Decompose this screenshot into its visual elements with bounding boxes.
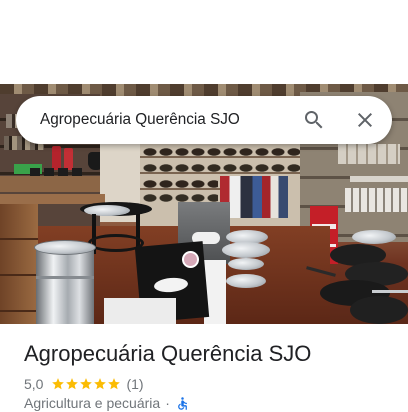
search-bar[interactable]: Agropecuária Querência SJO — [16, 96, 392, 144]
photo-hat-row — [142, 192, 218, 202]
photo-thermos — [52, 146, 61, 170]
wheelchair-icon — [175, 396, 190, 411]
star-icon — [80, 378, 93, 390]
photo-steel-pan — [228, 258, 264, 270]
place-name: Agropecuária Querência SJO — [24, 341, 312, 366]
photo-box-sticker — [182, 251, 199, 268]
photo-boots — [345, 188, 408, 212]
search-query[interactable]: Agropecuária Querência SJO — [40, 111, 296, 129]
rating-row[interactable]: 5,0 (1) — [24, 375, 144, 393]
category-row: Agricultura e pecuária · — [24, 394, 190, 412]
photo-shelf-plank — [140, 188, 220, 190]
photo-clothes — [220, 176, 288, 218]
star-rating — [51, 377, 121, 391]
photo-pan-handle — [372, 290, 408, 293]
photo-black-pan — [350, 296, 408, 324]
star-icon — [66, 378, 79, 390]
photo-wood-counter — [0, 204, 38, 324]
photo-steel-pan — [226, 274, 266, 288]
photo-hat-row — [142, 162, 300, 172]
photo-shelf-plank — [140, 172, 305, 174]
photo-pan-lid — [84, 205, 130, 216]
photo-hat-row — [142, 146, 300, 156]
photo-steel-pot — [36, 247, 94, 324]
photo-shelf-edge — [350, 176, 408, 182]
photo-table-top — [0, 194, 105, 204]
search-icon[interactable] — [296, 102, 332, 138]
photo-hat-row — [142, 178, 218, 188]
review-count[interactable]: (1) — [126, 375, 143, 393]
close-icon[interactable] — [347, 102, 383, 138]
star-icon — [108, 378, 121, 390]
photo-pot-ridge — [36, 276, 94, 279]
photo-steel-pan — [222, 242, 270, 258]
rating-value: 5,0 — [24, 376, 44, 392]
photo-thermos — [64, 148, 73, 170]
star-icon — [94, 378, 107, 390]
category-label: Agricultura e pecuária — [24, 395, 161, 411]
photo-pot-rim — [34, 240, 96, 255]
photo-shelf-plank — [140, 156, 305, 158]
star-icon — [52, 378, 65, 390]
photo-counter-top — [0, 176, 100, 192]
separator: · — [165, 395, 170, 411]
photo-shelf-goods — [338, 144, 400, 164]
photo-white-placard — [104, 298, 176, 324]
photo-steel-pan — [352, 230, 396, 244]
